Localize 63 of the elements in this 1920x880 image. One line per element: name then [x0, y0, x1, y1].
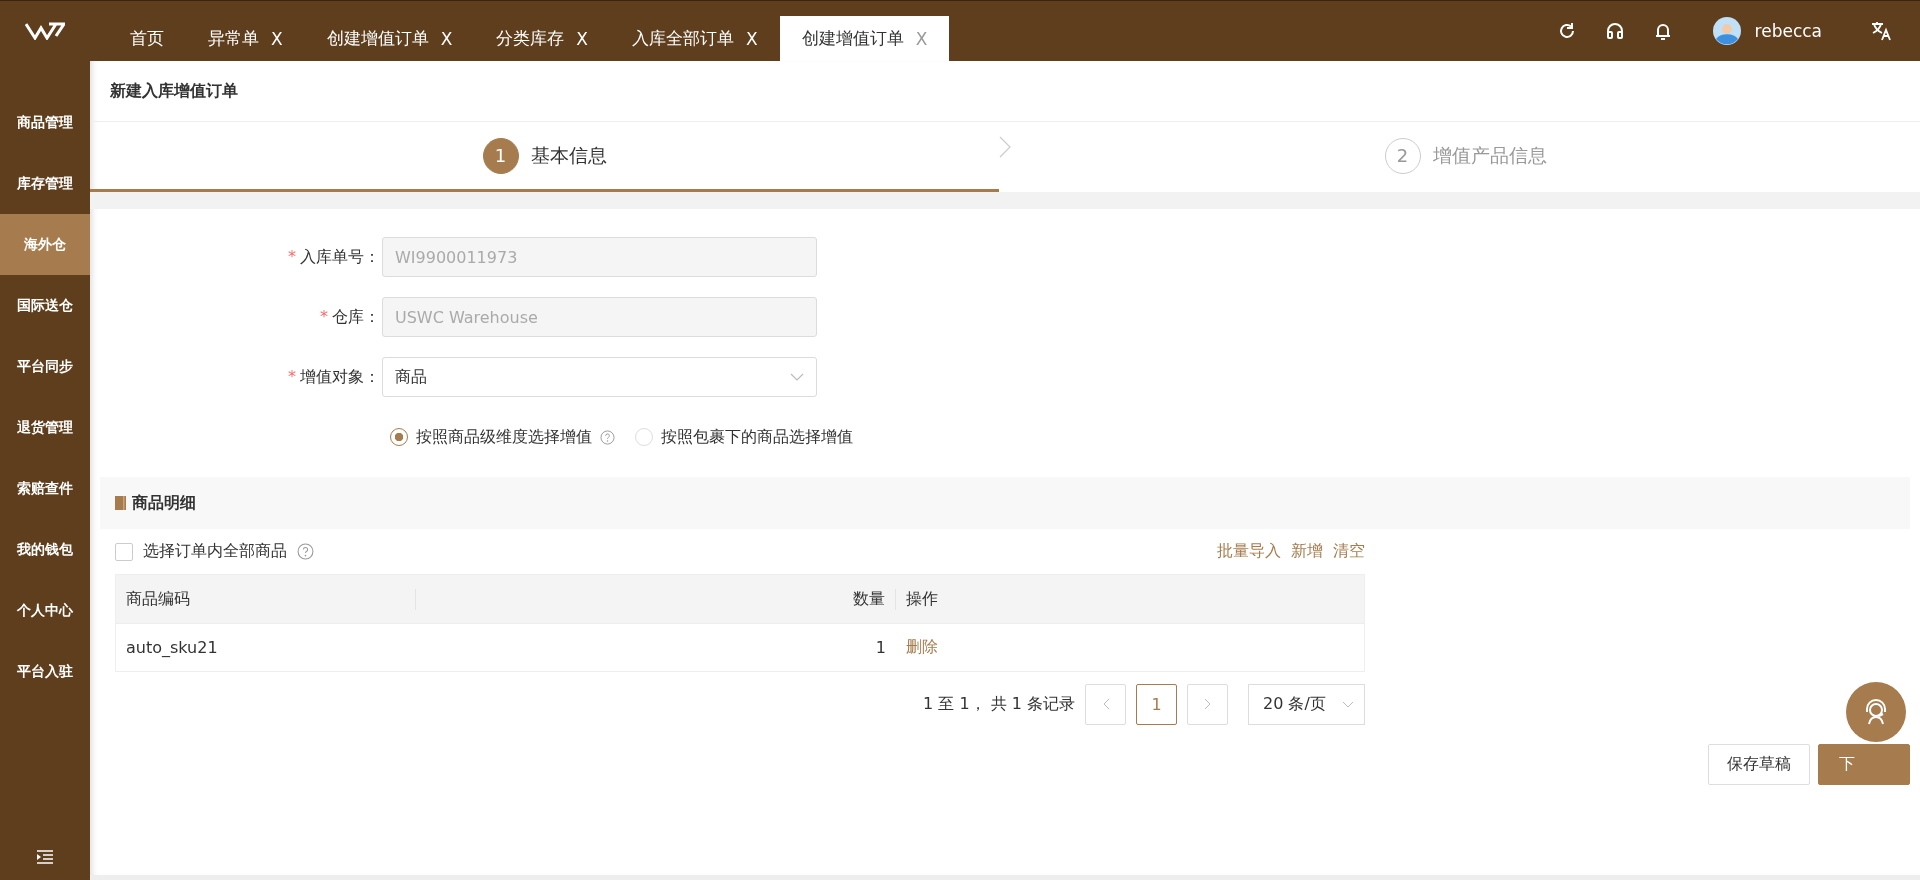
checkbox[interactable]	[115, 542, 133, 561]
section-title: 商品明细	[132, 492, 196, 514]
close-icon[interactable]: X	[271, 28, 283, 49]
help-icon[interactable]	[600, 429, 615, 445]
radio-button[interactable]	[390, 428, 408, 446]
page-button[interactable]: 1	[1136, 683, 1177, 725]
required-mark: *	[320, 306, 328, 326]
avatar-icon[interactable]	[1712, 17, 1741, 45]
radio-label[interactable]: 按照商品级维度选择增值	[416, 426, 592, 448]
field-label: 增值对象：	[300, 366, 380, 386]
required-mark: *	[288, 366, 296, 386]
radio-label[interactable]: 按照包裹下的商品选择增值	[661, 426, 853, 448]
sidebar-item[interactable]: 平台入驻	[0, 641, 90, 702]
page-size-select[interactable]: 20 条/页	[1248, 683, 1365, 725]
close-icon[interactable]: X	[745, 28, 758, 49]
sidebar-item[interactable]: 国际送仓	[0, 275, 90, 336]
sidebar-item[interactable]: 我的钱包	[0, 519, 90, 580]
chevron-right-icon	[1203, 698, 1212, 710]
help-icon[interactable]	[297, 543, 314, 560]
column-header: 操作	[905, 588, 938, 610]
action-link[interactable]: 清空	[1333, 541, 1365, 562]
field-label: 入库单号：	[300, 246, 380, 266]
sidebar-item[interactable]: 库存管理	[0, 153, 90, 214]
field-label: 仓库：	[332, 306, 380, 326]
sidebar-item[interactable]: 海外仓	[0, 214, 90, 275]
close-icon[interactable]: X	[440, 28, 453, 49]
checkbox-label[interactable]: 选择订单内全部商品	[143, 541, 287, 562]
page-title: 新建入库增值订单	[90, 61, 1920, 122]
collapse-menu-icon[interactable]	[37, 850, 53, 864]
column-header: 数量	[416, 588, 896, 610]
sidebar-item[interactable]: 平台同步	[0, 336, 90, 397]
close-icon[interactable]: X	[576, 28, 588, 49]
user-name[interactable]: rebecca	[1754, 21, 1822, 41]
nav-tab[interactable]: 创建增值订单 X	[779, 16, 950, 61]
select-field[interactable]: 商品	[382, 357, 817, 397]
chevron-down-icon	[790, 373, 804, 381]
delete-link[interactable]: 删除	[906, 637, 938, 656]
headphones-icon[interactable]	[1604, 21, 1625, 41]
action-link[interactable]: 新增	[1291, 541, 1323, 562]
chevron-left-icon	[1101, 698, 1110, 710]
logo-icon	[25, 22, 65, 40]
sidebar-item[interactable]: 索赔查件	[0, 458, 90, 519]
chevron-right-icon	[999, 136, 1011, 158]
required-mark: *	[288, 246, 296, 266]
chevron-down-icon	[1342, 700, 1354, 708]
nav-tab[interactable]: 首页	[108, 16, 186, 61]
nav-tab[interactable]: 入库全部订单 X	[609, 16, 780, 61]
action-link[interactable]: 批量导入	[1217, 541, 1281, 562]
support-chat-button[interactable]	[1846, 682, 1906, 742]
nav-tab[interactable]: 创建增值订单 X	[304, 16, 475, 61]
nav-tab[interactable]: 异常单 X	[186, 16, 305, 61]
next-button[interactable]: 下	[1818, 744, 1910, 785]
nav-tab[interactable]: 分类库存 X	[474, 16, 610, 61]
sidebar-item[interactable]: 商品管理	[0, 92, 90, 153]
translate-icon[interactable]	[1870, 20, 1892, 42]
table-cell-text: 1	[874, 638, 887, 657]
sidebar-item[interactable]: 退货管理	[0, 397, 90, 458]
column-header: 商品编码	[116, 588, 416, 610]
book-icon	[115, 496, 126, 510]
pagination-summary: 1 至 1， 共 1 条记录	[923, 693, 1075, 715]
table-cell-text: auto_sku21	[125, 638, 219, 657]
sidebar-item[interactable]: 个人中心	[0, 580, 90, 641]
save-draft-button[interactable]: 保存草稿	[1708, 744, 1810, 785]
